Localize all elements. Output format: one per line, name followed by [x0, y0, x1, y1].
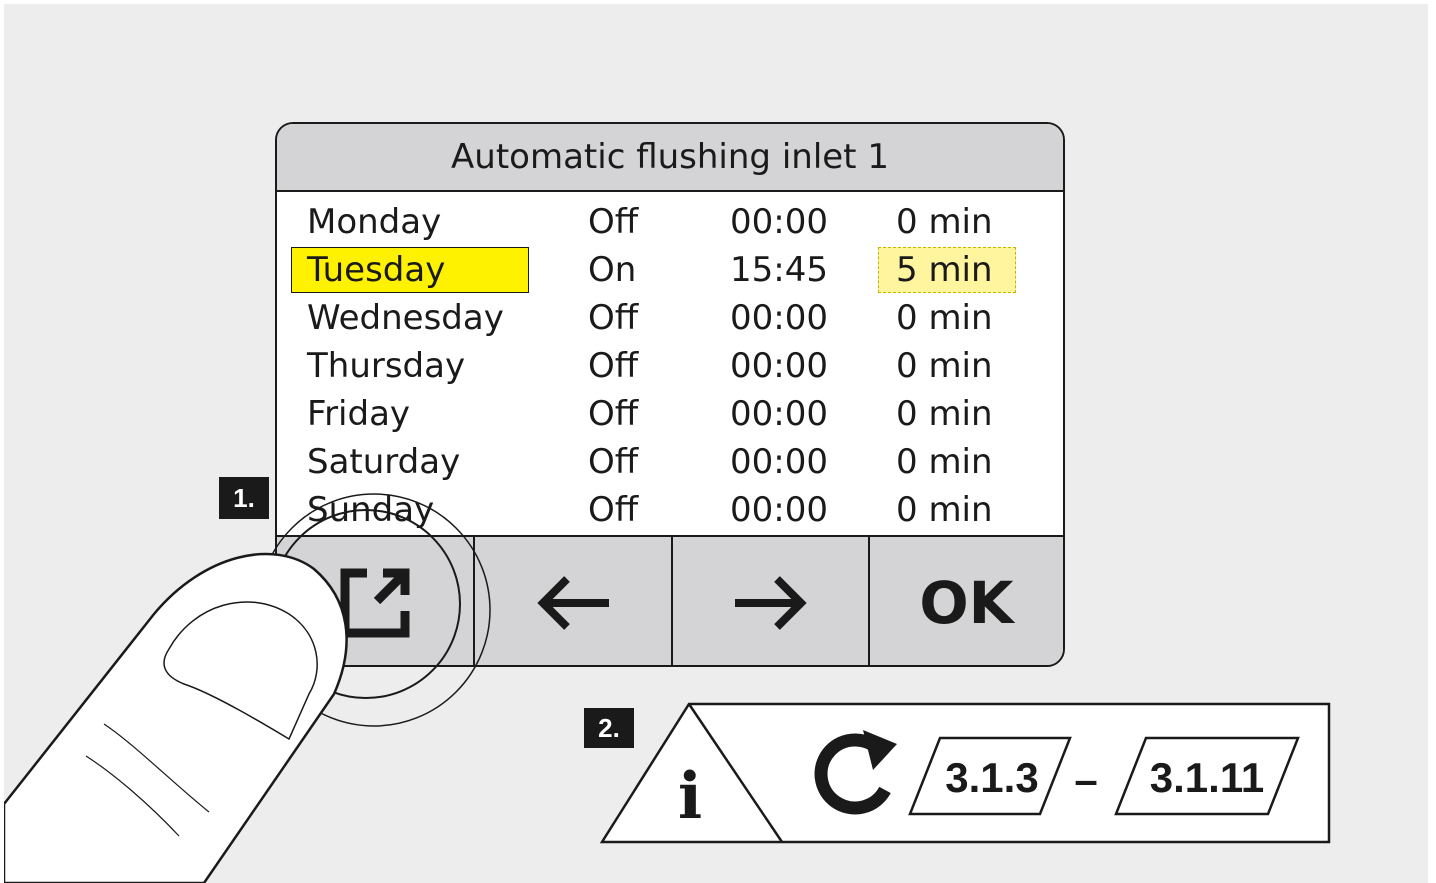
reference-end-text: 3.1.11: [1150, 754, 1264, 801]
duration-cell: 0 min: [896, 298, 993, 338]
schedule-row[interactable]: Monday Off 00:00 0 min: [277, 198, 1063, 246]
time-cell: 00:00: [730, 202, 828, 242]
back-button[interactable]: [473, 537, 671, 665]
duration-cell: 0 min: [896, 442, 993, 482]
time-cell: 00:00: [730, 490, 828, 530]
day-cell: Tuesday: [307, 250, 446, 290]
schedule-row[interactable]: Tuesday On 15:45 5 min: [277, 246, 1063, 294]
state-cell: Off: [588, 490, 639, 530]
reference-separator: –: [1074, 756, 1097, 803]
button-bar: OK: [277, 535, 1063, 665]
duration-cell: 0 min: [896, 394, 993, 434]
day-cell: Friday: [307, 394, 411, 434]
schedule-row[interactable]: Friday Off 00:00 0 min: [277, 390, 1063, 438]
schedule-row[interactable]: Sunday Off 00:00 0 min: [277, 486, 1063, 534]
schedule-row[interactable]: Thursday Off 00:00 0 min: [277, 342, 1063, 390]
time-cell: 00:00: [730, 394, 828, 434]
state-cell: On: [588, 250, 637, 290]
state-cell: Off: [588, 346, 639, 386]
arrow-left-icon: [537, 576, 609, 630]
ok-button[interactable]: OK: [868, 537, 1063, 665]
illustration-background: Automatic flushing inlet 1 Monday Off 00:0…: [4, 4, 1428, 883]
day-cell: Thursday: [307, 346, 466, 386]
forward-button[interactable]: [671, 537, 868, 665]
day-cell: Sunday: [307, 490, 435, 530]
screen-title-bar: Automatic flushing inlet 1: [277, 124, 1063, 192]
schedule-row[interactable]: Saturday Off 00:00 0 min: [277, 438, 1063, 486]
time-cell: 15:45: [730, 250, 828, 290]
step-1-badge: 1.: [219, 477, 269, 519]
finger-crease: [103, 723, 210, 813]
state-cell: Off: [588, 298, 639, 338]
reference-end: 3.1.11: [1114, 736, 1300, 816]
info-glyph: i: [678, 759, 702, 834]
duration-cell: 5 min: [896, 250, 993, 290]
time-cell: 00:00: [730, 298, 828, 338]
time-cell: 00:00: [730, 346, 828, 386]
state-cell: Off: [588, 202, 639, 242]
info-icon: i: [678, 759, 702, 834]
schedule-row[interactable]: Wednesday Off 00:00 0 min: [277, 294, 1063, 342]
state-cell: Off: [588, 442, 639, 482]
edit-button[interactable]: [277, 537, 473, 665]
reference-start-text: 3.1.3: [945, 754, 1038, 801]
day-cell: Monday: [307, 202, 442, 242]
duration-cell: 0 min: [896, 346, 993, 386]
state-cell: Off: [588, 394, 639, 434]
day-cell: Saturday: [307, 442, 461, 482]
device-screen: Automatic flushing inlet 1 Monday Off 00:0…: [275, 122, 1065, 667]
screen-title: Automatic flushing inlet 1: [451, 137, 889, 177]
duration-cell: 0 min: [896, 202, 993, 242]
finger-crease: [85, 755, 180, 837]
reference-strip: i 3.1.3 – 3.1.11: [600, 702, 1331, 844]
duration-cell: 0 min: [896, 490, 993, 530]
external-edit-icon: [340, 568, 410, 638]
ok-label: OK: [919, 569, 1014, 637]
time-cell: 00:00: [730, 442, 828, 482]
day-cell: Wednesday: [307, 298, 504, 338]
arrow-right-icon: [734, 576, 807, 630]
step-1-label: 1.: [233, 482, 255, 513]
